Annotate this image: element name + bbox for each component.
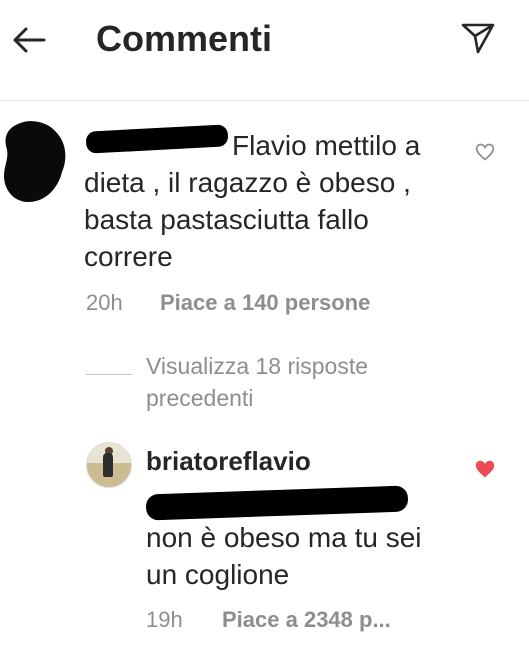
reply-time: 19h [146,607,183,632]
direct-message-icon[interactable] [460,20,496,56]
back-arrow-icon[interactable] [10,20,50,60]
avatar[interactable] [86,442,132,488]
avatar-redacted [4,121,66,202]
heart-filled-icon[interactable] [474,458,496,480]
reply-text: un coglione [146,559,290,590]
comment-likes[interactable]: Piace a 140 persone [160,290,370,316]
page-title: Commenti [96,18,273,59]
comment-text: dieta , il ragazzo è obeso , [84,167,411,198]
redacted-mention [145,485,409,521]
view-previous-replies-link[interactable]: Visualizza 18 risposte precedenti [146,350,446,414]
reply-likes[interactable]: Piace a 2348 p... [222,607,391,633]
header: Commenti [0,0,529,101]
comment-text: basta pastasciutta fallo [84,204,369,235]
replies-divider [86,374,132,375]
redacted-username [85,124,229,154]
comment-text: Flavio mettilo a [232,130,421,161]
comment-text: correre [84,241,173,272]
reply-text: non è obeso ma tu sei [146,522,422,553]
heart-icon[interactable] [475,142,495,162]
reply-username[interactable]: briatoreflavio [146,446,311,477]
comment-time: 20h [86,290,123,315]
